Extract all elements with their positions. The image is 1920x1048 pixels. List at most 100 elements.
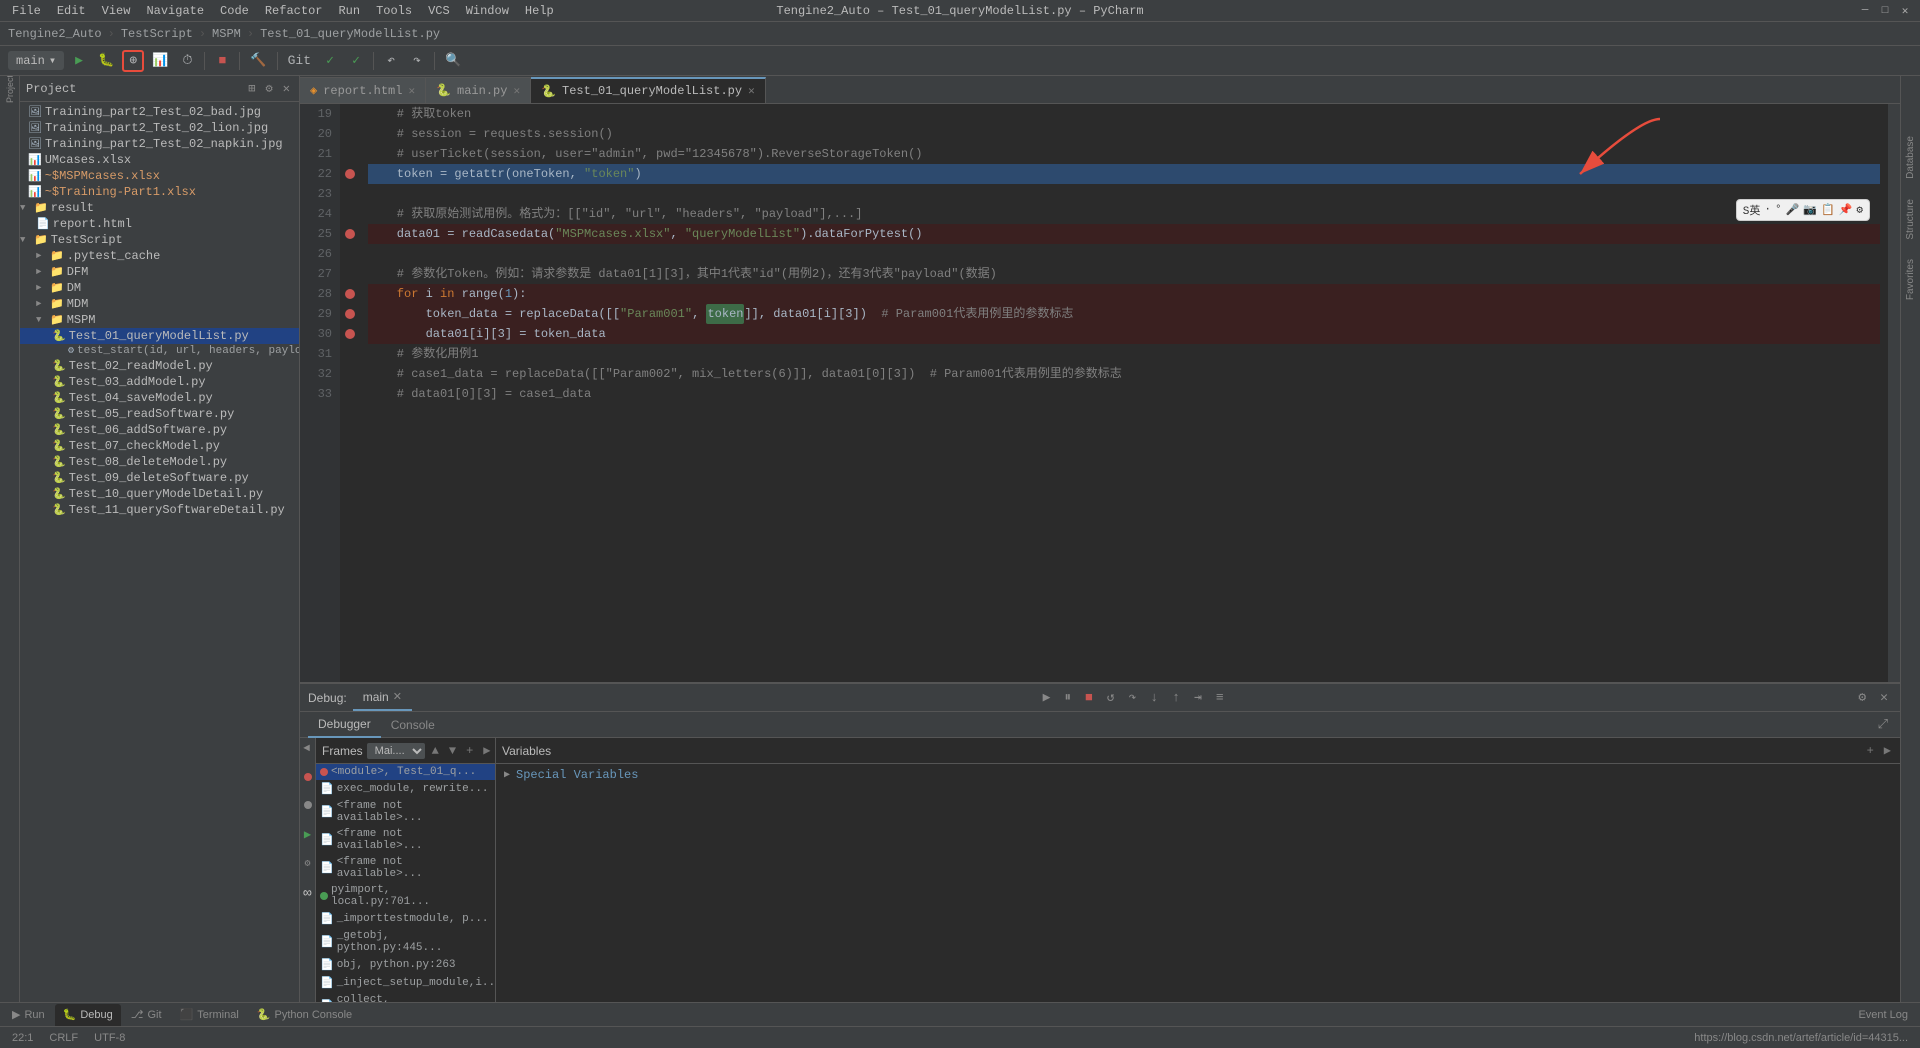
project-icon[interactable]: Project [1,80,19,98]
frame-item[interactable]: 📄 _importtestmodule, p... [316,910,495,928]
active-file-item[interactable]: 🐍Test_01_queryModelList.py [20,328,299,344]
tab-close-main[interactable]: ✕ [513,84,520,98]
footer-tab-git[interactable]: ⎇ Git [123,1004,170,1026]
list-item[interactable]: ▼📁MSPM [20,312,299,328]
status-line-col[interactable]: 22:1 [8,1032,37,1044]
file-tree-expand-icon[interactable]: ⊞ [245,80,258,97]
frame-item[interactable]: 📄 _getobj, python.py:445... [316,928,495,956]
menu-navigate[interactable]: Navigate [142,4,208,18]
debug-tab-main[interactable]: main ✕ [353,685,412,711]
list-item[interactable]: 🐍Test_03_addModel.py [20,374,299,390]
list-item[interactable]: 🐍Test_09_deleteSoftware.py [20,470,299,486]
evaluate-button[interactable]: ≡ [1212,688,1228,707]
list-item[interactable]: 📊~$MSPMcases.xlsx [20,168,299,184]
menu-run[interactable]: Run [334,4,364,18]
code-content[interactable]: # 获取token # session = requests.session()… [360,104,1888,682]
step-over-button[interactable]: ↷ [1125,688,1141,707]
frame-item[interactable]: 📄 collect, python.py:448... [316,992,495,1002]
debug-tab-console[interactable]: Console [381,712,445,738]
profile-button[interactable]: ⏱ [176,50,198,72]
list-item[interactable]: 🐍Test_02_readModel.py [20,358,299,374]
debug-options-icon[interactable]: ⚙ [304,858,310,870]
stop-button[interactable]: ■ [211,50,233,72]
debug-tab-debugger[interactable]: Debugger [308,712,381,738]
minimap-scrollbar[interactable] [1888,104,1900,682]
footer-tab-python-console[interactable]: 🐍 Python Console [249,1004,360,1026]
menu-tools[interactable]: Tools [372,4,416,18]
undo-button[interactable]: ↶ [380,50,402,72]
close-button[interactable]: ✕ [1898,4,1912,18]
list-item[interactable]: 🐍Test_11_querySoftwareDetail.py [20,502,299,518]
menu-window[interactable]: Window [462,4,513,18]
pause-button[interactable]: ⏸ [1060,688,1075,707]
menu-code[interactable]: Code [216,4,253,18]
tab-main-py[interactable]: 🐍 main.py ✕ [426,77,531,103]
list-item[interactable]: ►📁DFM [20,264,299,280]
frame-up-btn[interactable]: ▲ [429,743,442,759]
rerun-button[interactable]: ↺ [1103,688,1119,707]
run-to-cursor-button[interactable]: ⇥ [1190,688,1206,707]
status-charset[interactable]: UTF-8 [90,1032,129,1044]
breadcrumb-item-3[interactable]: MSPM [212,27,241,41]
list-item[interactable]: ▼📁result [20,200,299,216]
stop-debug-button[interactable]: ■ [1081,688,1097,707]
checkmark1-button[interactable]: ✓ [319,50,341,72]
frame-expand-btn[interactable]: ▶ [480,742,493,759]
favorites-label[interactable]: Favorites [1905,259,1916,300]
tab-report-html[interactable]: ◈ report.html ✕ [300,77,426,103]
frame-item[interactable]: 📄 obj, python.py:263 [316,956,495,974]
frame-down-btn[interactable]: ▼ [446,743,459,759]
menu-help[interactable]: Help [521,4,558,18]
git-button[interactable]: Git [284,50,315,72]
footer-tab-terminal[interactable]: ⬛ Terminal [172,1004,247,1026]
coverage-button[interactable]: 📊 [148,50,172,72]
menu-refactor[interactable]: Refactor [261,4,327,18]
list-item[interactable]: 🖼Training_part2_Test_02_lion.jpg [20,120,299,136]
frame-item[interactable]: pyimport, local.py:701... [316,882,495,910]
frame-add-btn[interactable]: + [463,743,476,759]
footer-tab-run[interactable]: ▶ Run [4,1004,53,1026]
list-item[interactable]: 🐍Test_04_saveModel.py [20,390,299,406]
file-tree-settings-icon[interactable]: ⚙ [263,80,276,97]
step-out-button[interactable]: ↑ [1168,688,1184,707]
database-label[interactable]: Database [1905,136,1916,179]
list-item[interactable]: ▼📁TestScript [20,232,299,248]
status-url[interactable]: https://blog.csdn.net/artef/article/id=4… [1690,1032,1912,1044]
menu-vcs[interactable]: VCS [424,4,454,18]
breadcrumb-item-4[interactable]: Test_01_queryModelList.py [260,27,440,41]
debug-session-close[interactable]: ✕ [393,690,402,703]
menu-file[interactable]: File [8,4,45,18]
tab-close-test01[interactable]: ✕ [748,84,755,98]
list-item[interactable]: ►📁MDM [20,296,299,312]
list-item[interactable]: 📊UMcases.xlsx [20,152,299,168]
list-item[interactable]: 🐍Test_06_addSoftware.py [20,422,299,438]
list-item[interactable]: ⚙test_start(id, url, headers, payload) [20,344,299,358]
breadcrumb-item-2[interactable]: TestScript [121,27,193,41]
tab-close-report[interactable]: ✕ [408,84,415,98]
var-add-btn[interactable]: + [1864,743,1877,759]
list-item[interactable]: 📊~$Training-Part1.xlsx [20,184,299,200]
status-crlf[interactable]: CRLF [45,1032,82,1044]
thread-selector[interactable]: Mai.... [367,743,425,759]
frame-item[interactable]: <module>, Test_01_q... [316,764,495,780]
tab-test01-py[interactable]: 🐍 Test_01_queryModelList.py ✕ [531,77,766,103]
code-editor[interactable]: S英 · ° 🎤 📷 📋 📌 ⚙ [300,104,1900,682]
breadcrumb-item-1[interactable]: Tengine2_Auto [8,27,102,41]
run-button[interactable]: ▶ [68,50,90,72]
maximize-button[interactable]: □ [1878,4,1892,18]
debug-highlighted-button[interactable]: ⊕ [122,50,144,72]
footer-tab-debug[interactable]: 🐛 Debug [55,1004,121,1026]
file-tree-close-icon[interactable]: ✕ [280,80,293,97]
footer-tab-event-log[interactable]: Event Log [1850,1004,1916,1026]
frame-item[interactable]: 📄 <frame not available>... [316,798,495,826]
structure-label[interactable]: Structure [1905,199,1916,240]
list-item[interactable]: ►📁DM [20,280,299,296]
debug-expand-icon[interactable]: ⤢ [1874,715,1892,734]
debug-hide-icon[interactable]: ✕ [1876,688,1892,707]
list-item[interactable]: 🖼Training_part2_Test_02_napkin.jpg [20,136,299,152]
menu-edit[interactable]: Edit [53,4,90,18]
list-item[interactable]: 🐍Test_08_deleteModel.py [20,454,299,470]
list-item[interactable]: 🖼Training_part2_Test_02_bad.jpg [20,104,299,120]
list-item[interactable]: 🐍Test_05_readSoftware.py [20,406,299,422]
frame-item[interactable]: 📄 <frame not available>... [316,854,495,882]
